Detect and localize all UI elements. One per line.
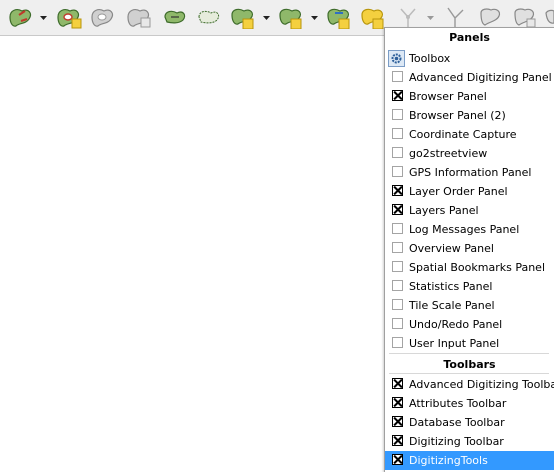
menu-item-log-messages-panel[interactable]: Log Messages Panel [385,220,554,239]
menu-item-tile-scale-panel[interactable]: Tile Scale Panel [385,296,554,315]
menu-item-digitizing-toolbar[interactable]: Digitizing Toolbar [385,432,554,451]
menu-item-label: GPS Information Panel [409,166,532,179]
menu-item-label: Toolbox [409,52,451,65]
chevron-down-icon[interactable] [39,12,48,21]
checked-checkbox[interactable] [392,90,403,101]
gear-icon [388,50,405,67]
checked-checkbox[interactable] [392,435,403,446]
delete-ring-icon[interactable] [88,2,118,32]
toolbars-header-label: Toolbars [443,358,496,371]
menu-separator [389,353,549,354]
unchecked-checkbox[interactable] [392,280,403,291]
menu-item-label: Overview Panel [409,242,494,255]
menu-item-label: User Input Panel [409,337,500,350]
menu-item-label: Coordinate Capture [409,128,517,141]
menu-item-browser-panel-2[interactable]: Browser Panel (2) [385,106,554,125]
checked-checkbox[interactable] [392,204,403,215]
checked-checkbox[interactable] [392,185,403,196]
unchecked-checkbox[interactable] [392,71,403,82]
menu-item-spatial-bookmarks-panel[interactable]: Spatial Bookmarks Panel [385,258,554,277]
unchecked-checkbox[interactable] [392,261,403,272]
offset-curve-icon[interactable] [228,2,258,32]
menu-item-label: Layers Panel [409,204,479,217]
menu-item-label: Database Toolbar [409,416,505,429]
menu-item-overview-panel[interactable]: Overview Panel [385,239,554,258]
menu-item-layer-order-panel[interactable]: Layer Order Panel [385,182,554,201]
menu-item-digitizingtools[interactable]: DigitizingTools [385,451,554,470]
menu-item-go2streetview[interactable]: go2streetview [385,144,554,163]
menu-item-statistics-panel[interactable]: Statistics Panel [385,277,554,296]
chevron-down-icon[interactable] [262,12,271,21]
menu-item-label: DigitizingTools [409,454,488,467]
menu-item-label: Layer Order Panel [409,185,508,198]
menu-item-label: Digitizing Toolbar [409,435,504,448]
menu-item-label: Statistics Panel [409,280,493,293]
menu-item-toolbox[interactable]: Toolbox [385,49,554,68]
menu-item-label: Spatial Bookmarks Panel [409,261,545,274]
menu-item-label: Advanced Digitizing Toolbar [409,378,554,391]
menu-item-undo-redo-panel[interactable]: Undo/Redo Panel [385,315,554,334]
menu-item-advanced-digitizing-toolbar[interactable]: Advanced Digitizing Toolbar [385,375,554,394]
menu-item-user-input-panel[interactable]: User Input Panel [385,334,554,353]
menu-item-database-toolbar[interactable]: Database Toolbar [385,413,554,432]
panels-toolbars-context-menu: Panels Toolbox Toolbars Advanced Digitiz… [384,27,554,472]
checked-checkbox[interactable] [392,378,403,389]
panels-header: Panels [449,31,490,44]
add-feature-icon[interactable] [6,2,36,32]
menu-item-label: Tile Scale Panel [409,299,495,312]
split-features-icon[interactable] [276,2,306,32]
unchecked-checkbox[interactable] [392,128,403,139]
unchecked-checkbox[interactable] [392,318,403,329]
unchecked-checkbox[interactable] [392,109,403,120]
checked-checkbox[interactable] [392,397,403,408]
menu-item-label: Undo/Redo Panel [409,318,503,331]
menu-item-label: Browser Panel (2) [409,109,506,122]
menu-item-advanced-digitizing-panel[interactable]: Advanced Digitizing Panel [385,68,554,87]
menu-item-browser-panel[interactable]: Browser Panel [385,87,554,106]
reshape-icon[interactable] [160,2,190,32]
menu-item-attributes-toolbar[interactable]: Attributes Toolbar [385,394,554,413]
unchecked-checkbox[interactable] [392,242,403,253]
unchecked-checkbox[interactable] [392,223,403,234]
unchecked-checkbox[interactable] [392,147,403,158]
checked-checkbox[interactable] [392,416,403,427]
menu-item-label: Log Messages Panel [409,223,520,236]
unchecked-checkbox[interactable] [392,166,403,177]
menu-item-coordinate-capture[interactable]: Coordinate Capture [385,125,554,144]
menu-item-layers-panel[interactable]: Layers Panel [385,201,554,220]
menu-item-label: go2streetview [409,147,488,160]
unchecked-checkbox[interactable] [392,299,403,310]
menu-item-label: Attributes Toolbar [409,397,507,410]
menu-item-gps-information-panel[interactable]: GPS Information Panel [385,163,554,182]
menu-item-label: Advanced Digitizing Panel [409,71,552,84]
delete-part-icon[interactable] [124,2,154,32]
merge-features-icon[interactable] [324,2,354,32]
simplify-icon[interactable] [194,2,224,32]
checked-checkbox[interactable] [392,454,403,465]
chevron-down-icon[interactable] [310,12,319,21]
chevron-down-icon[interactable] [426,12,435,21]
add-ring-icon[interactable] [54,2,84,32]
menu-item-label: Browser Panel [409,90,487,103]
unchecked-checkbox[interactable] [392,337,403,348]
